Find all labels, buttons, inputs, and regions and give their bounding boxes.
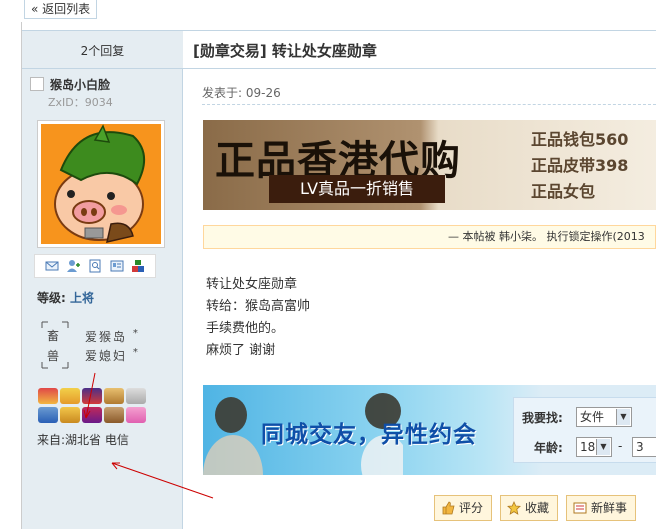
avatar[interactable] — [37, 120, 165, 248]
reply-count: 2个回复 — [80, 44, 125, 58]
user-signature: 畜 兽 爱猴岛 * 爱媳妇 * — [40, 320, 170, 370]
ad2-age-to-select[interactable]: 3 — [632, 437, 656, 457]
signature-line-1-text: 爱猴岛 — [85, 330, 128, 344]
ad2-search-select[interactable]: 女件 ▼ — [576, 407, 632, 427]
ad2-headline: 同城交友，异性约会 — [261, 422, 477, 448]
medal-icon[interactable] — [104, 407, 124, 423]
ad2-age-label: 年龄: — [534, 441, 563, 455]
ad1-right-line-1: 正品钱包560 — [531, 130, 629, 149]
medal-icon[interactable] — [126, 407, 146, 423]
user-name-link[interactable]: 猴岛小白脸 — [50, 76, 110, 93]
signature-star-1: * — [132, 328, 140, 339]
post-divider — [202, 104, 656, 105]
thread-title: [勋章交易] 转让处女座勋章 — [193, 42, 377, 60]
signature-seal-top: 畜 — [47, 329, 60, 343]
thumbs-up-icon — [442, 501, 455, 515]
ad1-bar: LV真品一折销售 — [269, 175, 445, 203]
post-content-area: 发表于: 09-26 正品香港代购 LV真品一折销售 正品钱包560 正品皮带3… — [184, 70, 656, 529]
user-location: 来自:湖北省 电信 — [37, 433, 129, 447]
left-gutter — [0, 22, 22, 529]
page: « 返回列表 2个回复 [勋章交易] 转让处女座勋章 猴岛小白脸 ZxID：90… — [0, 0, 656, 529]
ad1-right-line-3: 正品女包 — [531, 182, 596, 201]
medal-icon[interactable] — [104, 388, 124, 404]
ad2-age-separator: - — [618, 439, 623, 453]
medal-icon[interactable] — [60, 407, 80, 423]
signature-seal-bottom: 兽 — [47, 349, 60, 363]
level-value-link[interactable]: 上将 — [70, 291, 94, 305]
post-line: 麻烦了 谢谢 — [206, 343, 276, 358]
ad2-search-label: 我要找: — [522, 411, 563, 425]
post-time: 发表于: 09-26 — [202, 86, 281, 100]
reply-count-cell: 2个回复 — [22, 30, 183, 69]
medal-list — [38, 388, 150, 424]
post-line: 转让处女座勋章 — [206, 277, 298, 292]
user-actions-bar — [34, 254, 156, 278]
rate-button-label: 评分 — [459, 501, 484, 515]
rate-button[interactable]: 评分 — [434, 495, 493, 521]
pig-avatar-image — [41, 124, 161, 244]
medal-icon[interactable] — [60, 388, 80, 404]
medal-icon[interactable] — [38, 407, 58, 423]
online-status-icon — [30, 77, 44, 91]
chevron-down-icon: ▼ — [596, 439, 610, 455]
ad2-search-value: 女件 — [580, 410, 605, 424]
signature-line-2-text: 爱媳妇 — [85, 349, 128, 363]
medal-icon[interactable] — [82, 407, 102, 423]
ad1-right-line-2: 正品皮带398 — [531, 156, 629, 175]
post-body: 转让处女座勋章 转给：猴岛高富帅 手续费他的。 麻烦了 谢谢 — [206, 274, 310, 362]
share-news-button-label: 新鲜事 — [591, 501, 628, 515]
send-message-icon[interactable] — [45, 259, 59, 273]
view-profile-icon[interactable] — [88, 259, 102, 273]
level-label: 等级: — [37, 291, 66, 305]
medal-icon[interactable] — [126, 388, 146, 404]
ad2-search-form: 我要找: 女件 ▼ 年龄: 18 ▼ - 3 — [513, 397, 656, 463]
share-news-button[interactable]: 新鲜事 — [566, 495, 637, 521]
user-zxid: ZxID：9034 — [48, 96, 113, 109]
blocks-icon[interactable] — [131, 259, 145, 273]
signature-star-2: * — [132, 347, 140, 358]
advertisement-banner-1[interactable]: 正品香港代购 LV真品一折销售 正品钱包560 正品皮带398 正品女包 — [203, 120, 656, 210]
lock-notice: — 本帖被 韩小柒。 执行锁定操作(2013 — [203, 225, 656, 249]
signature-line-2: 爱媳妇 * — [85, 347, 140, 364]
ad2-age-to-value: 3 — [636, 440, 644, 454]
chevron-down-icon: ▼ — [616, 409, 630, 425]
signature-line-1: 爱猴岛 * — [85, 328, 140, 345]
news-icon — [573, 502, 587, 514]
ad2-age-from-value: 18 — [580, 440, 596, 454]
top-bar: « 返回列表 — [0, 0, 656, 22]
star-icon — [507, 501, 521, 515]
medal-icon[interactable] — [38, 388, 58, 404]
favorite-button[interactable]: 收藏 — [500, 495, 559, 521]
user-level: 等级: 上将 — [37, 289, 94, 306]
post-line: 转给：猴岛高富帅 — [206, 299, 311, 314]
thread-header: [勋章交易] 转让处女座勋章 — [183, 30, 656, 69]
ad2-age-from-select[interactable]: 18 ▼ — [576, 437, 612, 457]
medal-icon[interactable] — [82, 388, 102, 404]
post-action-bar: 评分 收藏 新鲜事 — [434, 495, 637, 521]
post-line: 手续费他的。 — [206, 321, 285, 336]
back-to-list-button[interactable]: « 返回列表 — [24, 0, 98, 19]
advertisement-banner-2[interactable]: 同城交友，异性约会 我要找: 女件 ▼ 年龄: 18 ▼ - 3 — [203, 385, 656, 475]
user-card-icon[interactable] — [110, 259, 124, 273]
add-friend-icon[interactable] — [66, 259, 81, 273]
favorite-button-label: 收藏 — [525, 501, 550, 515]
